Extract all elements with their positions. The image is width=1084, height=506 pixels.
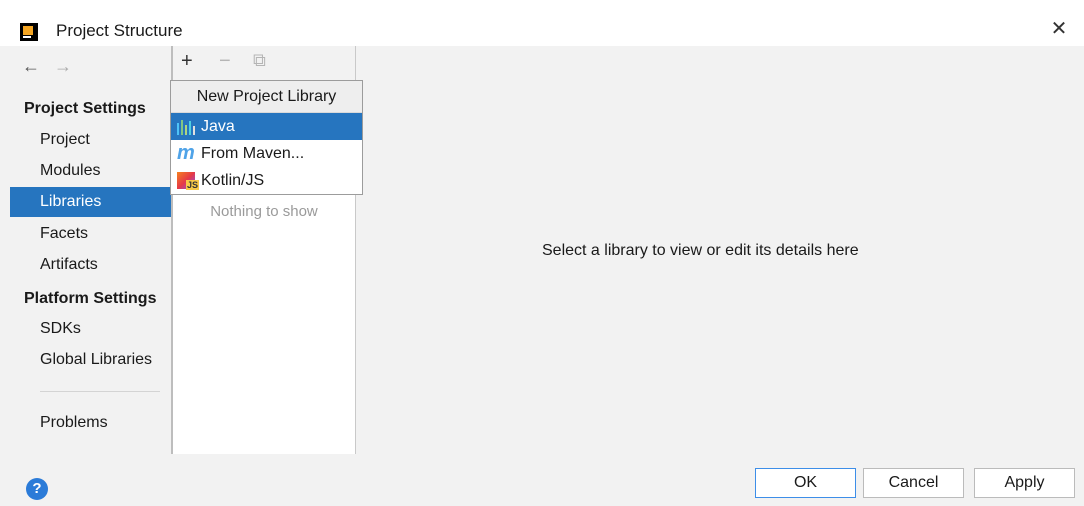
empty-list-text: Nothing to show <box>210 203 318 220</box>
ok-button[interactable]: OK <box>755 468 856 498</box>
sidebar-item-libraries[interactable]: Libraries <box>10 187 171 217</box>
sidebar-item-modules[interactable]: Modules <box>10 156 171 186</box>
sidebar: ← → Project Settings Project Modules Libr… <box>0 46 171 454</box>
back-arrow-icon[interactable]: ← <box>22 56 40 76</box>
detail-panel: Select a library to view or edit its det… <box>356 46 1084 454</box>
sidebar-item-facets[interactable]: Facets <box>10 219 171 249</box>
bottom-bar: ? OK Cancel Apply <box>0 454 1084 506</box>
forward-arrow-icon[interactable]: → <box>54 56 72 76</box>
popup-item-label: From Maven... <box>201 145 305 162</box>
kotlin-js-icon: JS <box>177 172 199 190</box>
popup-header: New Project Library <box>171 81 362 113</box>
title-bar: Project Structure ✕ <box>0 0 1084 46</box>
project-settings-heading: Project Settings <box>24 100 146 117</box>
java-library-icon <box>177 118 195 135</box>
sidebar-item-global-libraries[interactable]: Global Libraries <box>10 345 171 375</box>
popup-item-java[interactable]: Java <box>171 113 362 140</box>
platform-settings-heading: Platform Settings <box>24 290 157 307</box>
library-toolbar: + − ⧉ <box>173 46 355 80</box>
nav-arrows: ← → <box>22 56 86 77</box>
sidebar-item-problems[interactable]: Problems <box>10 408 171 438</box>
remove-library-button[interactable]: − <box>219 50 231 73</box>
window-title: Project Structure <box>56 21 183 40</box>
popup-item-from-maven[interactable]: m From Maven... <box>171 140 362 167</box>
popup-item-kotlin-js[interactable]: JS Kotlin/JS <box>171 167 362 194</box>
sidebar-divider <box>40 391 160 392</box>
sidebar-item-sdks[interactable]: SDKs <box>10 314 171 344</box>
new-project-library-popup: New Project Library Java m From Maven...… <box>170 80 363 195</box>
copy-library-button[interactable]: ⧉ <box>253 50 266 71</box>
sidebar-item-artifacts[interactable]: Artifacts <box>10 250 171 280</box>
cancel-button[interactable]: Cancel <box>863 468 964 498</box>
sidebar-item-project[interactable]: Project <box>10 125 171 155</box>
popup-item-label: Kotlin/JS <box>201 172 265 189</box>
help-icon[interactable]: ? <box>26 478 48 500</box>
maven-icon: m <box>177 142 195 164</box>
intellij-app-icon <box>20 23 38 41</box>
detail-placeholder-message: Select a library to view or edit its det… <box>542 242 859 259</box>
apply-button[interactable]: Apply <box>974 468 1075 498</box>
close-button[interactable]: ✕ <box>1044 16 1074 42</box>
popup-item-label: Java <box>201 118 235 135</box>
add-library-button[interactable]: + <box>181 50 193 73</box>
